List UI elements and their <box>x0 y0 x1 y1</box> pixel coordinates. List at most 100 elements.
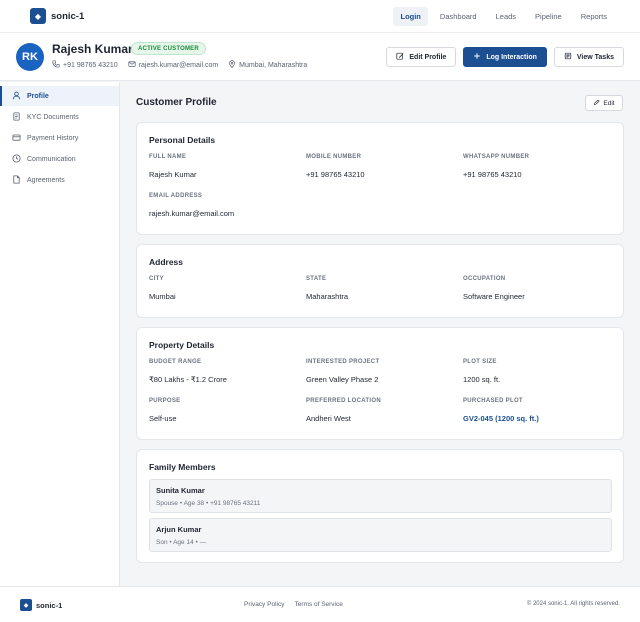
location-meta: Mumbai, Maharashtra <box>228 60 307 70</box>
brand-name: sonic-1 <box>51 10 85 22</box>
footer-links: Privacy Policy Terms of Service <box>244 601 353 608</box>
member-name: Sunita Kumar <box>156 486 205 495</box>
purpose-value: Self-use <box>149 414 177 423</box>
customer-header: RK Rajesh Kumar ACTIVE CUSTOMER +91 9876… <box>0 33 640 81</box>
edit-label: Edit <box>603 99 615 107</box>
footer-brand: ◆ sonic-1 <box>20 599 62 611</box>
address-card: Address CITY Mumbai STATE Maharashtra OC… <box>136 244 624 318</box>
sidebar: Profile KYC Documents Payment History Co… <box>0 82 120 586</box>
occupation-value: Software Engineer <box>463 292 525 301</box>
purchased-plot-link[interactable]: GV2-045 (1200 sq. ft.) <box>463 414 539 423</box>
edit-profile-label: Edit Profile <box>409 53 447 61</box>
city-value: Mumbai <box>149 292 176 301</box>
customer-location: Mumbai, Maharashtra <box>239 61 308 69</box>
location-pin-icon <box>228 60 239 70</box>
field-label: PLOT SIZE <box>463 359 497 365</box>
field-label: CITY <box>149 276 164 282</box>
sidebar-item-kyc-documents[interactable]: KYC Documents <box>0 107 119 127</box>
field-label: PREFERRED LOCATION <box>306 398 381 404</box>
field-label: STATE <box>306 276 327 282</box>
status-badge: ACTIVE CUSTOMER <box>131 42 206 55</box>
footer: ◆ sonic-1 Privacy Policy Terms of Servic… <box>0 586 640 622</box>
card-title: Address <box>149 257 184 267</box>
preferred-location-value: Andheri West <box>306 414 351 423</box>
nav-pipeline[interactable]: Pipeline <box>528 7 569 26</box>
customer-meta: +91 98765 43210 rajesh.kumar@email.com M… <box>52 60 317 70</box>
mobile-value: +91 98765 43210 <box>306 170 365 179</box>
page-title: Customer Profile <box>136 97 217 108</box>
phone-meta: +91 98765 43210 <box>52 60 118 70</box>
customer-name: Rajesh Kumar <box>52 42 133 56</box>
phone-icon <box>52 60 63 70</box>
customer-phone: +91 98765 43210 <box>63 61 118 69</box>
family-member-item: Arjun Kumar Son • Age 14 • — <box>149 518 612 552</box>
field-label: MOBILE NUMBER <box>306 154 362 160</box>
field-label: PURPOSE <box>149 398 181 404</box>
sidebar-item-communication[interactable]: Communication <box>0 149 119 169</box>
full-name-value: Rajesh Kumar <box>149 170 197 179</box>
terms-of-service-link[interactable]: Terms of Service <box>294 601 342 608</box>
sidebar-item-payment-history[interactable]: Payment History <box>0 128 119 148</box>
field-label: INTERESTED PROJECT <box>306 359 380 365</box>
sidebar-item-label: Agreements <box>27 176 65 184</box>
tasks-icon <box>564 52 577 62</box>
field-label: BUDGET RANGE <box>149 359 202 365</box>
copyright: © 2024 sonic-1. All rights reserved. <box>526 601 620 607</box>
email-value: rajesh.kumar@email.com <box>149 209 235 218</box>
view-tasks-button[interactable]: View Tasks <box>553 47 624 67</box>
top-navbar: ◆ sonic-1 Login Dashboard Leads Pipeline… <box>0 0 640 33</box>
edit-button[interactable]: Edit <box>585 95 623 111</box>
project-value: Green Valley Phase 2 <box>306 375 379 384</box>
clock-icon <box>12 153 27 165</box>
document-icon <box>12 111 27 123</box>
sidebar-item-label: Communication <box>27 155 76 163</box>
mail-icon <box>128 60 139 70</box>
personal-details-card: Personal Details FULL NAME Rajesh Kumar … <box>136 122 624 235</box>
sidebar-item-agreements[interactable]: Agreements <box>0 170 119 190</box>
log-interaction-button[interactable]: Log Interaction <box>463 47 547 67</box>
brand[interactable]: ◆ sonic-1 <box>30 8 84 24</box>
sidebar-item-label: Payment History <box>27 134 79 142</box>
state-value: Maharashtra <box>306 292 349 301</box>
header-actions: Edit Profile Log Interaction View Tasks <box>379 47 624 67</box>
nav-dashboard[interactable]: Dashboard <box>433 7 484 26</box>
nav-links: Login Dashboard Leads Pipeline Reports <box>388 7 614 26</box>
logo-icon: ◆ <box>20 599 32 611</box>
budget-value: ₹80 Lakhs - ₹1.2 Crore <box>149 375 227 384</box>
file-icon <box>12 174 27 186</box>
nav-reports[interactable]: Reports <box>574 7 614 26</box>
view-tasks-label: View Tasks <box>576 53 614 61</box>
card-title: Personal Details <box>149 135 216 145</box>
card-title: Property Details <box>149 340 215 350</box>
nav-login[interactable]: Login <box>393 7 428 26</box>
logo-icon: ◆ <box>30 8 46 24</box>
log-interaction-label: Log Interaction <box>486 53 537 61</box>
user-icon <box>12 91 27 102</box>
whatsapp-value: +91 98765 43210 <box>463 170 522 179</box>
avatar: RK <box>16 43 44 71</box>
field-label: PURCHASED PLOT <box>463 398 523 404</box>
pencil-icon <box>593 98 603 108</box>
member-info: Spouse • Age 38 • +91 98765 43211 <box>156 500 261 507</box>
footer-brand-name: sonic-1 <box>36 600 63 610</box>
member-name: Arjun Kumar <box>156 525 202 534</box>
card-title: Family Members <box>149 462 216 472</box>
field-label: WHATSAPP NUMBER <box>463 154 530 160</box>
field-label: OCCUPATION <box>463 276 506 282</box>
email-meta: rajesh.kumar@email.com <box>128 60 218 70</box>
privacy-policy-link[interactable]: Privacy Policy <box>244 601 284 608</box>
sidebar-item-label: Profile <box>27 92 49 100</box>
edit-profile-button[interactable]: Edit Profile <box>386 47 457 67</box>
family-member-item: Sunita Kumar Spouse • Age 38 • +91 98765… <box>149 479 612 513</box>
nav-leads[interactable]: Leads <box>489 7 523 26</box>
sidebar-item-profile[interactable]: Profile <box>0 86 119 106</box>
property-details-card: Property Details BUDGET RANGE ₹80 Lakhs … <box>136 327 624 440</box>
field-label: EMAIL ADDRESS <box>149 193 203 199</box>
customer-email: rajesh.kumar@email.com <box>138 61 219 69</box>
edit-icon <box>396 52 409 62</box>
field-label: FULL NAME <box>149 154 187 160</box>
plot-size-value: 1200 sq. ft. <box>463 375 501 384</box>
plus-icon <box>473 52 486 62</box>
member-info: Son • Age 14 • — <box>156 539 207 546</box>
family-members-card: Family Members Sunita Kumar Spouse • Age… <box>136 449 624 563</box>
